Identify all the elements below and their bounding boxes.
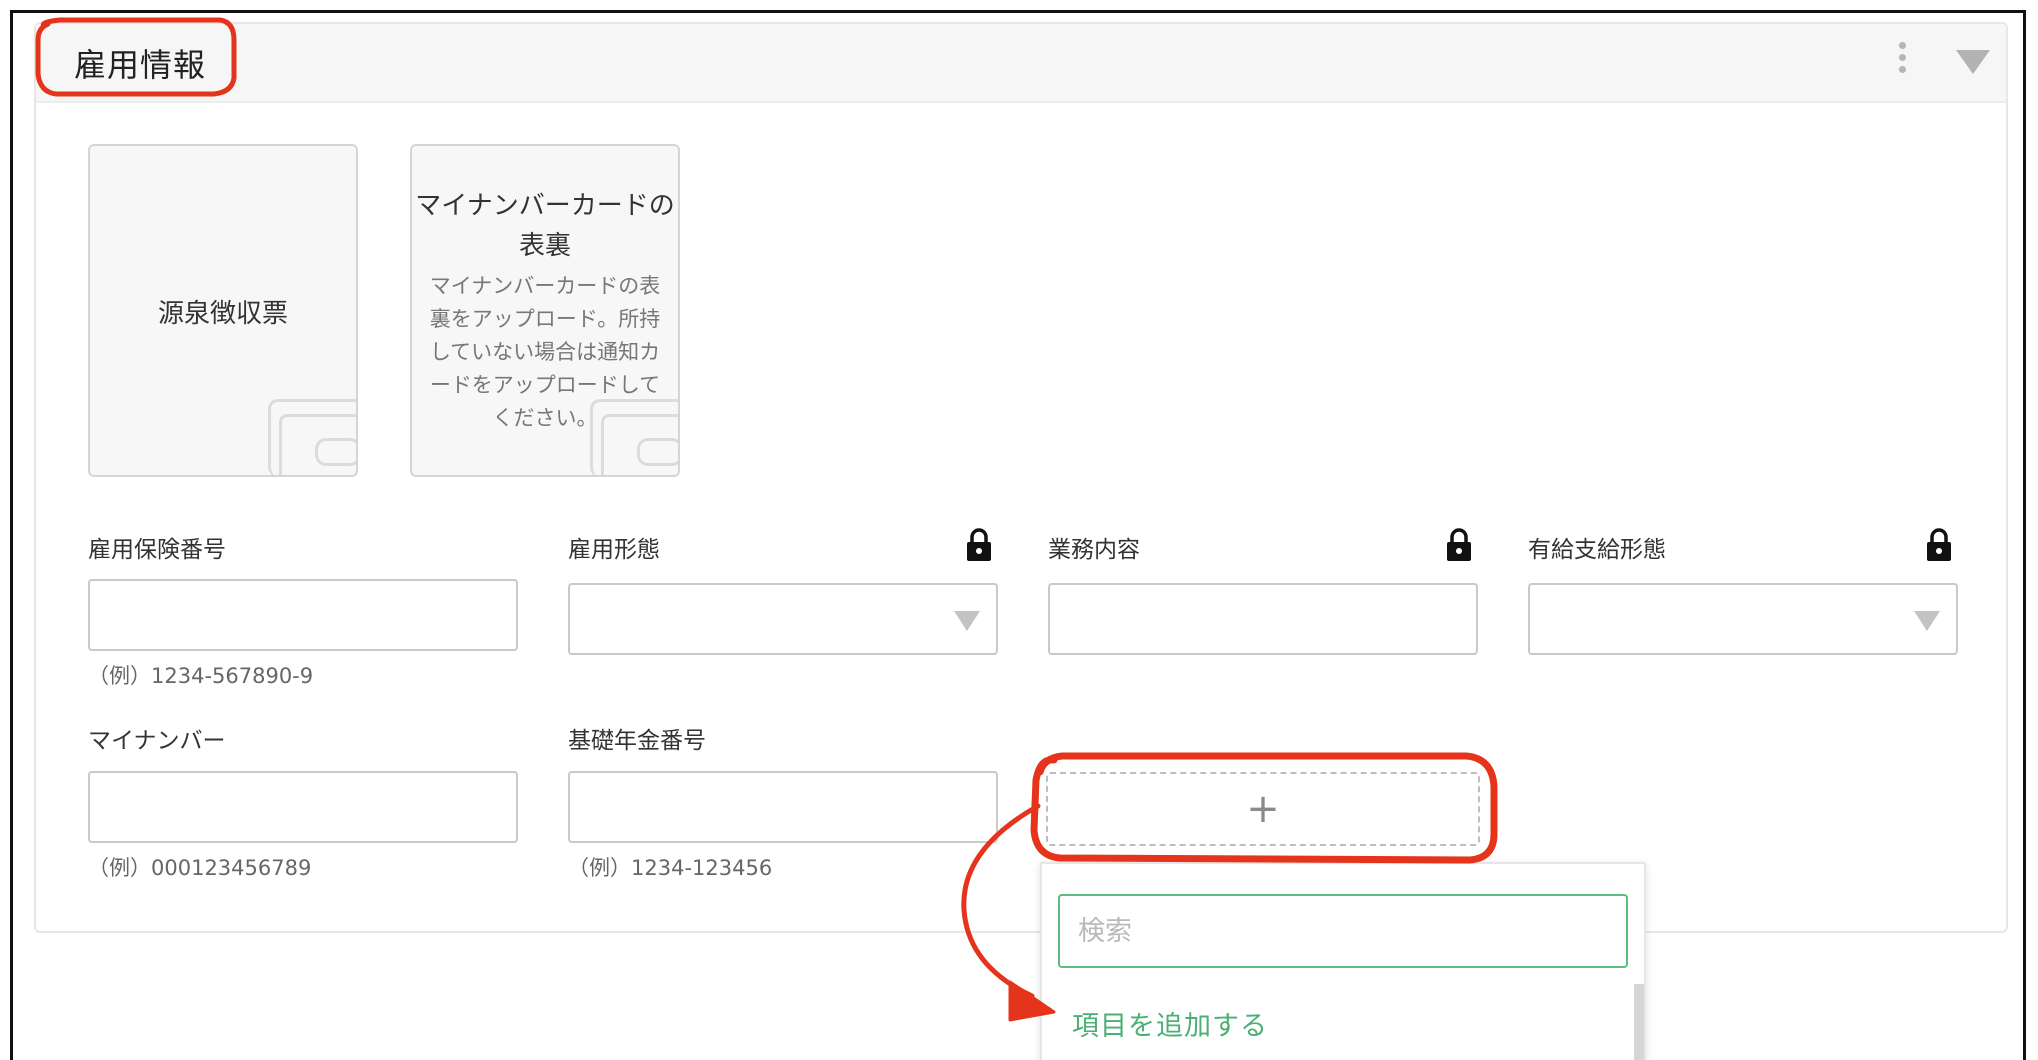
kebab-menu-icon[interactable]: [1896, 42, 1908, 82]
document-description-line2: 裏をアップロード。所持: [429, 307, 661, 331]
collapse-triangle-icon[interactable]: [1956, 50, 1990, 74]
add-field-dropdown: 項目を追加する: [1040, 862, 1646, 1060]
chevron-down-icon: [1914, 611, 1940, 631]
employment-insurance-input[interactable]: [88, 579, 518, 651]
document-description-line3: していない場合は通知カ: [429, 340, 661, 364]
job-description-label: 業務内容: [1048, 537, 1140, 563]
lock-icon: [1447, 528, 1471, 561]
document-title-line2: 表裏: [518, 231, 571, 261]
employment-type-select[interactable]: [568, 583, 998, 655]
job-description-input[interactable]: [1048, 583, 1478, 655]
dropdown-scrollbar[interactable]: [1634, 984, 1644, 1060]
document-description-line1: マイナンバーカードの表: [429, 274, 661, 298]
lock-icon: [967, 528, 991, 561]
plus-icon: +: [1246, 786, 1280, 832]
chevron-down-icon: [954, 611, 980, 631]
add-item-option[interactable]: 項目を追加する: [1042, 986, 1636, 1060]
employment-type-label: 雇用形態: [568, 537, 660, 563]
wallet-icon: [590, 399, 678, 475]
card-header: 雇用情報: [36, 24, 2006, 103]
add-field-button[interactable]: +: [1046, 772, 1480, 846]
pension-number-input[interactable]: [568, 771, 998, 843]
wallet-icon: [268, 399, 356, 475]
document-tile-withholding[interactable]: 源泉徴収票: [88, 144, 358, 477]
my-number-label: マイナンバー: [88, 728, 226, 754]
my-number-hint: （例）000123456789: [88, 856, 312, 880]
employment-insurance-hint: （例）1234-567890-9: [88, 664, 314, 688]
section-title: 雇用情報: [74, 46, 207, 84]
document-description-line4: ードをアップロードして: [429, 373, 661, 397]
pension-number-hint: （例）1234-123456: [568, 856, 773, 880]
pension-number-label: 基礎年金番号: [568, 728, 706, 754]
document-title-line1: マイナンバーカードの: [415, 191, 675, 221]
my-number-input[interactable]: [88, 771, 518, 843]
paid-leave-type-select[interactable]: [1528, 583, 1958, 655]
document-title: 源泉徴収票: [157, 299, 288, 329]
add-item-label: 項目を追加する: [1072, 1011, 1268, 1042]
document-tile-mynumber-card[interactable]: マイナンバーカードの 表裏 マイナンバーカードの表 裏をアップロード。所持 して…: [410, 144, 680, 477]
employment-insurance-label: 雇用保険番号: [88, 537, 226, 563]
lock-icon: [1927, 528, 1951, 561]
search-input[interactable]: [1058, 894, 1628, 968]
paid-leave-type-label: 有給支給形態: [1528, 537, 1666, 563]
